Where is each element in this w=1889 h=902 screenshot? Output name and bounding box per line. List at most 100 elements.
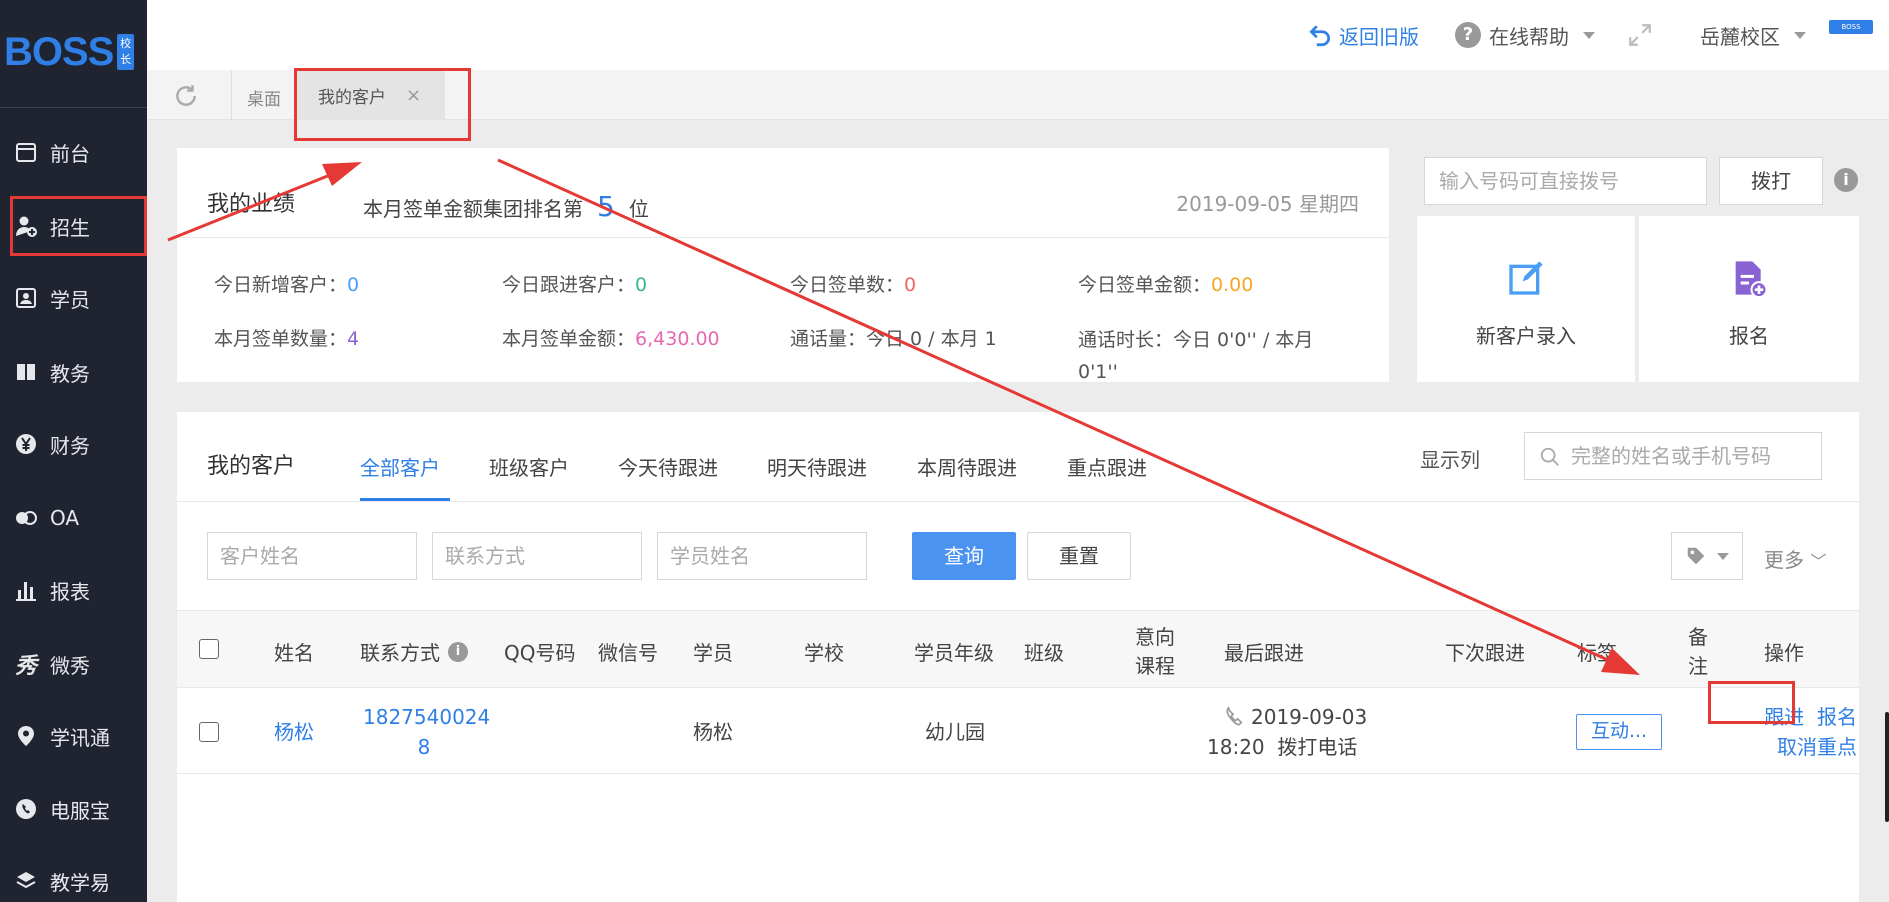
stat-value: 4 — [347, 328, 360, 350]
tab-all-customers[interactable]: 全部客户 — [360, 452, 440, 481]
info-icon[interactable]: i — [448, 641, 468, 662]
col-qq: QQ号码 — [504, 641, 576, 665]
tab-desktop[interactable]: 桌面 — [247, 85, 281, 110]
customer-name-link[interactable]: 杨松 — [274, 716, 314, 745]
stat-value: 0 — [904, 274, 917, 296]
sidebar-item-oa[interactable]: OA — [0, 492, 147, 544]
col-contact: 联系方式 i — [360, 637, 468, 666]
search-icon — [1540, 447, 1559, 466]
col-contact-label: 联系方式 — [360, 641, 440, 665]
tag-badge[interactable]: 互动... — [1576, 714, 1662, 750]
customers-panel: 我的客户 全部客户 班级客户 今天待跟进 明天待跟进 本周待跟进 重点跟进 显示… — [177, 412, 1859, 902]
dial-button[interactable]: 拨打 — [1719, 157, 1823, 205]
logo[interactable]: BOSS 校长 — [4, 28, 134, 76]
campus-label: 岳麓校区 — [1700, 24, 1780, 49]
tab-tomorrow-followup[interactable]: 明天待跟进 — [767, 452, 867, 481]
tab-divider — [231, 70, 232, 120]
sidebar-item-finance[interactable]: 财务 — [0, 418, 147, 470]
sidebar-item-xuexuntong[interactable]: 学讯通 — [0, 710, 147, 762]
customer-name-filter[interactable]: 客户姓名 — [207, 532, 417, 580]
performance-title: 我的业绩 — [207, 192, 296, 217]
sidebar-item-academic[interactable]: 教务 — [0, 346, 147, 398]
phone-icon — [12, 795, 40, 823]
cancel-key-link[interactable]: 取消重点 — [1777, 735, 1857, 759]
edit-icon — [1509, 261, 1543, 295]
tab-class-customers[interactable]: 班级客户 — [489, 452, 569, 481]
tag-filter-dropdown[interactable] — [1671, 532, 1743, 580]
col-remark: 备注 — [1688, 621, 1708, 679]
stat-label: 通话时长： — [1078, 329, 1174, 351]
book-icon — [12, 358, 40, 386]
col-wechat: 微信号 — [598, 641, 658, 665]
col-grade: 学员年级 — [914, 641, 994, 665]
stat-label: 本月签单数量： — [214, 328, 348, 350]
student-grade: 幼儿园 — [925, 720, 985, 744]
contact-filter[interactable]: 联系方式 — [432, 532, 642, 580]
dial-number-input[interactable]: 输入号码可直接拨号 — [1424, 157, 1707, 205]
fullscreen-button[interactable] — [1627, 20, 1653, 50]
customer-search-input[interactable]: 完整的姓名或手机号码 — [1524, 432, 1822, 480]
back-to-old-version-link[interactable]: 返回旧版 — [1307, 20, 1419, 50]
avatar[interactable]: BOSS — [1829, 20, 1873, 34]
sidebar-item-weixiu[interactable]: 秀 微秀 — [0, 638, 147, 690]
sidebar-item-label: 教务 — [50, 361, 90, 386]
more-dropdown[interactable]: 更多 ﹀ — [1764, 544, 1826, 573]
enroll-link[interactable]: 报名 — [1817, 705, 1857, 729]
show-columns-button[interactable]: 显示列 — [1420, 444, 1480, 473]
stat-call-count: 通话量：今日 0 / 本月 1 — [790, 324, 997, 351]
enroll-button[interactable]: 报名 — [1639, 216, 1859, 382]
customer-phone-link[interactable]: 1827540024 8 — [363, 702, 490, 762]
col-intent-course: 意向 课程 — [1135, 621, 1175, 679]
row-checkbox[interactable] — [199, 722, 219, 742]
col-student: 学员 — [693, 641, 733, 665]
quick-label: 新客户录入 — [1476, 324, 1576, 348]
id-card-icon — [12, 284, 40, 312]
rank-suffix: 位 — [628, 197, 649, 221]
help-label: 在线帮助 — [1489, 24, 1569, 49]
col-intent-line2: 课程 — [1135, 654, 1175, 678]
chevron-down-icon — [1794, 31, 1806, 39]
stat-value: 0 — [635, 274, 648, 296]
stat-value: 今日 0'0'' / 本月 — [1173, 329, 1314, 351]
performance-panel: 我的业绩 本月签单金额集团排名第 5 位 2019-09-05 星期四 今日新增… — [177, 148, 1389, 383]
campus-selector[interactable]: 岳麓校区 — [1700, 20, 1806, 50]
new-customer-button[interactable]: 新客户录入 — [1417, 216, 1635, 382]
sidebar-item-jiaoxueyi[interactable]: 教学易 — [0, 855, 147, 902]
select-all-checkbox[interactable] — [199, 639, 219, 659]
phone-line2: 8 — [417, 735, 431, 759]
col-class: 班级 — [1024, 641, 1064, 665]
refresh-icon[interactable] — [173, 83, 199, 109]
expand-icon — [1629, 24, 1651, 46]
col-last-follow: 最后跟进 — [1224, 641, 1304, 665]
rank-value: 5 — [597, 190, 615, 223]
tab-today-followup[interactable]: 今天待跟进 — [618, 452, 718, 481]
reset-button[interactable]: 重置 — [1027, 532, 1131, 580]
sidebar-item-label: 电服宝 — [50, 798, 110, 823]
info-icon[interactable]: i — [1834, 168, 1858, 192]
student-name-filter[interactable]: 学员姓名 — [657, 532, 867, 580]
help-icon: ? — [1455, 22, 1481, 48]
stat-today-deals: 今日签单数：0 — [790, 270, 916, 297]
divider — [177, 501, 1859, 502]
phone-line1: 1827540024 — [363, 705, 491, 729]
tab-key-followup[interactable]: 重点跟进 — [1067, 452, 1147, 481]
col-action: 操作 — [1764, 641, 1804, 665]
annotation-box-enrollment — [10, 196, 147, 256]
chevron-down-icon: ﹀ — [1810, 552, 1827, 571]
stat-month-amount: 本月签单金额：6,430.00 — [502, 324, 720, 351]
col-next-follow: 下次跟进 — [1445, 641, 1525, 665]
rank-prefix: 本月签单金额集团排名第 — [363, 197, 583, 221]
sidebar-item-frontdesk[interactable]: 前台 — [0, 126, 147, 178]
last-follow-time: 18:20 — [1207, 735, 1265, 759]
sidebar-item-reports[interactable]: 报表 — [0, 564, 147, 616]
annotation-box-follow-up — [1708, 681, 1795, 724]
query-button[interactable]: 查询 — [912, 532, 1016, 580]
student-name: 杨松 — [693, 720, 733, 744]
sidebar-item-dianfubao[interactable]: 电服宝 — [0, 783, 147, 835]
sidebar-item-students[interactable]: 学员 — [0, 272, 147, 324]
tab-week-followup[interactable]: 本周待跟进 — [917, 452, 1017, 481]
sidebar-divider — [0, 107, 147, 108]
online-help-dropdown[interactable]: ? 在线帮助 — [1455, 20, 1595, 50]
stat-month-deals: 本月签单数量：4 — [214, 324, 359, 351]
scrollbar[interactable] — [1885, 712, 1889, 822]
